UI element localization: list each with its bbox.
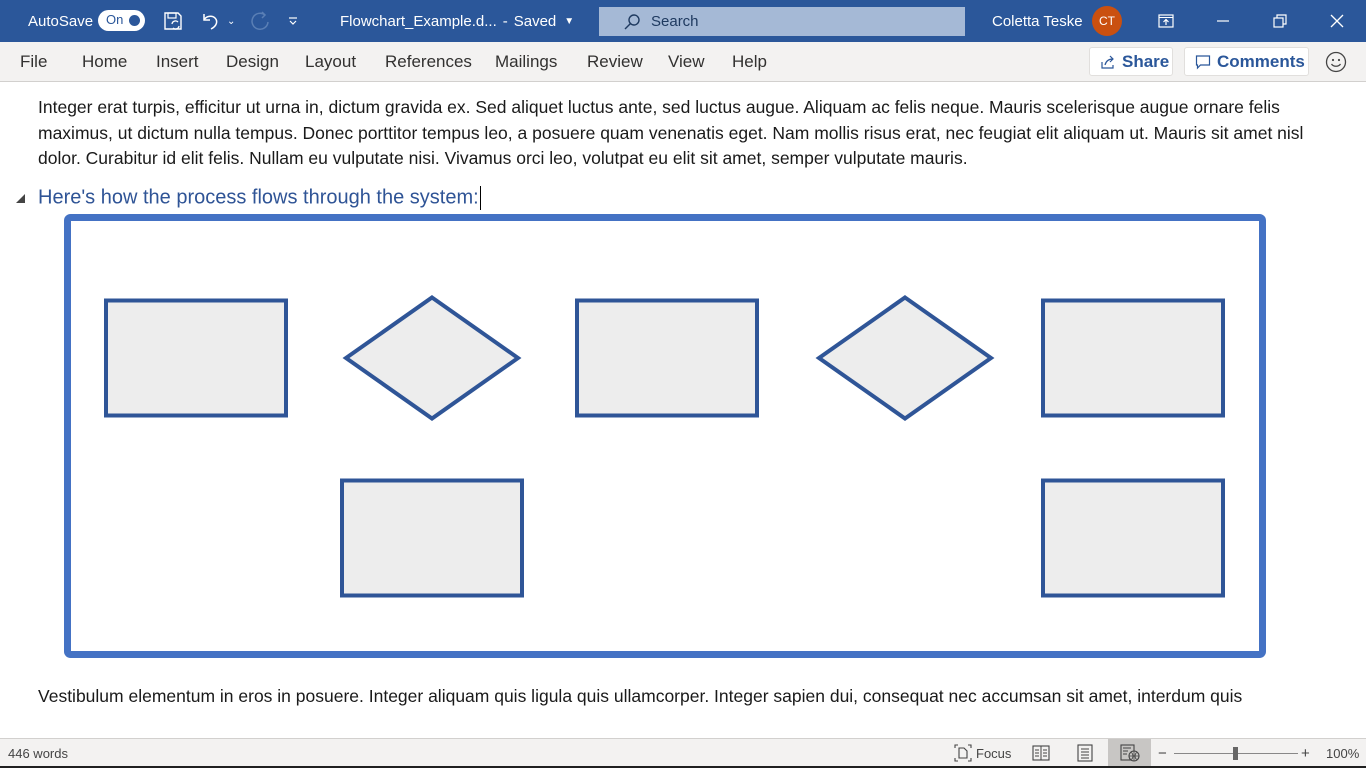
comment-icon [1195, 54, 1211, 70]
zoom-level[interactable]: 100% [1326, 739, 1359, 767]
web-layout-icon[interactable] [1108, 739, 1151, 767]
flowchart-process-shape[interactable] [104, 298, 288, 418]
tab-home[interactable]: Home [82, 42, 127, 82]
focus-label: Focus [976, 745, 1012, 761]
title-separator: - [502, 12, 508, 30]
tab-file[interactable]: File [20, 42, 47, 82]
focus-icon [954, 744, 972, 762]
filename: Flowchart_Example.d... [340, 12, 497, 30]
read-mode-icon[interactable] [1032, 739, 1050, 767]
user-name[interactable]: Coletta Teske [992, 0, 1083, 42]
search-placeholder: Search [651, 13, 699, 30]
document-title[interactable]: Flowchart_Example.d... - Saved ▼ [340, 0, 574, 42]
minimize-icon[interactable] [1194, 0, 1251, 42]
smiley-icon[interactable] [1325, 42, 1347, 82]
save-status: Saved [513, 12, 557, 30]
flowchart-process-shape[interactable] [1041, 478, 1225, 598]
autosave-toggle[interactable]: On [98, 10, 145, 31]
flowchart-process-shape[interactable] [575, 298, 759, 418]
autosave-state: On [106, 12, 124, 27]
body-paragraph: Vestibulum elementum in eros in posuere.… [38, 686, 1243, 706]
zoom-out-button[interactable]: − [1158, 739, 1167, 767]
flowchart-process-shape[interactable] [340, 478, 524, 598]
share-icon [1100, 54, 1116, 70]
tab-help[interactable]: Help [732, 42, 767, 82]
tab-design[interactable]: Design [226, 42, 279, 82]
search-box[interactable]: Search [599, 7, 965, 36]
ribbon-tabs: File Home Insert Design Layout Reference… [0, 42, 1366, 82]
share-label: Share [1122, 51, 1170, 71]
document-canvas[interactable]: Integer erat turpis, efficitur ut urna i… [0, 83, 1366, 738]
ribbon-display-icon[interactable] [1137, 0, 1194, 42]
save-sync-icon[interactable] [162, 0, 184, 42]
tab-layout[interactable]: Layout [305, 42, 356, 82]
customize-toolbar-icon[interactable] [287, 0, 299, 42]
share-button[interactable]: Share [1089, 47, 1173, 76]
status-bar: 446 words Focus − + 100% [0, 738, 1366, 768]
undo-icon[interactable] [200, 0, 222, 42]
tab-references[interactable]: References [385, 42, 472, 82]
tab-view[interactable]: View [668, 42, 705, 82]
caret-down-icon: ▼ [564, 15, 575, 27]
zoom-in-button[interactable]: + [1301, 739, 1310, 767]
comments-button[interactable]: Comments [1184, 47, 1309, 76]
close-icon[interactable] [1308, 0, 1365, 42]
autosave-label: AutoSave [28, 12, 94, 30]
flowchart-process-shape[interactable] [1041, 298, 1225, 418]
zoom-slider-thumb[interactable] [1233, 747, 1238, 760]
flowchart-diagram[interactable] [0, 83, 1366, 738]
undo-dropdown-icon[interactable]: ⌄ [227, 0, 235, 42]
print-layout-icon[interactable] [1077, 739, 1093, 767]
word-count[interactable]: 446 words [8, 739, 68, 767]
title-bar: AutoSave On ⌄ Flowchart_Example.d... - S… [0, 0, 1366, 42]
comments-label: Comments [1217, 51, 1305, 71]
toggle-knob [129, 15, 140, 26]
avatar[interactable]: CT [1092, 6, 1122, 36]
tab-insert[interactable]: Insert [156, 42, 199, 82]
tab-review[interactable]: Review [587, 42, 643, 82]
restore-icon[interactable] [1251, 0, 1308, 42]
tab-mailings[interactable]: Mailings [495, 42, 557, 82]
redo-icon [248, 0, 272, 42]
focus-mode-button[interactable]: Focus [954, 739, 1011, 767]
search-icon [623, 13, 641, 31]
